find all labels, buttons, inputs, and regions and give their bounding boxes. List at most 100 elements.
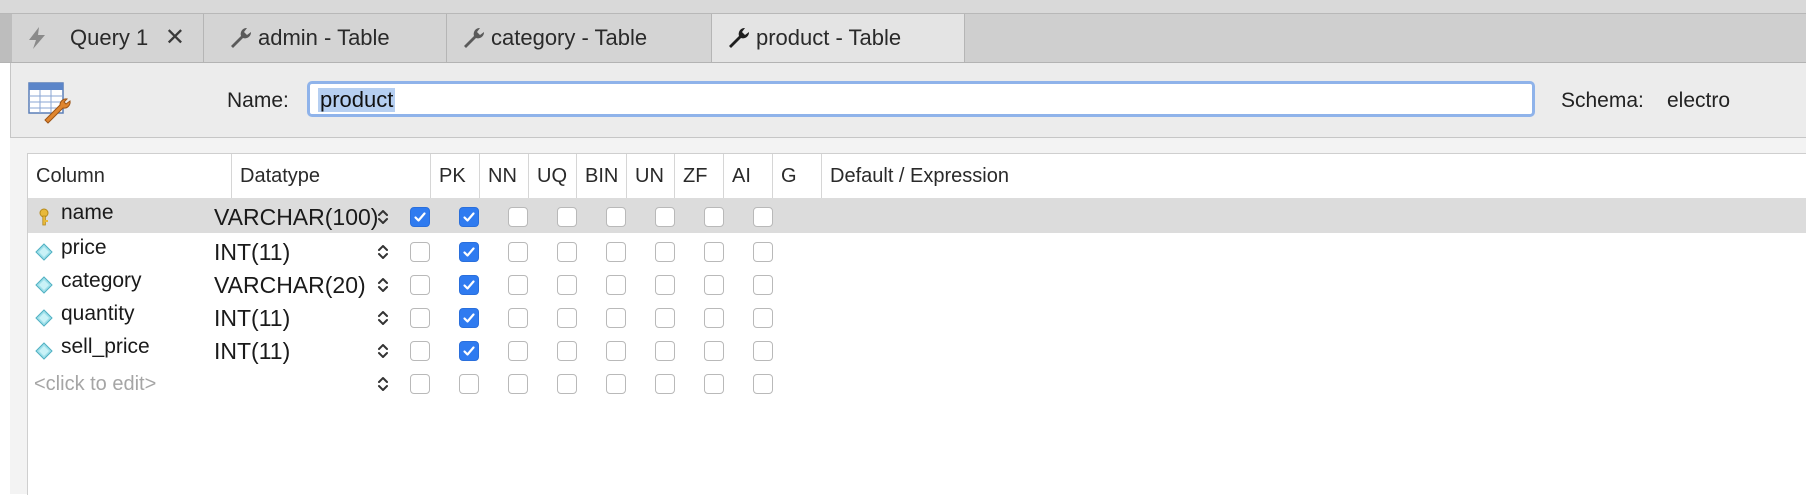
checkbox-nn[interactable] [459, 207, 479, 227]
checkbox-zf[interactable] [655, 275, 675, 295]
checkbox-ai[interactable] [704, 308, 724, 328]
checkbox-bin[interactable] [557, 308, 577, 328]
checkbox-g[interactable] [753, 275, 773, 295]
checkbox-pk[interactable] [410, 374, 430, 394]
key-icon [39, 208, 49, 226]
tab-left-edge [0, 14, 12, 62]
tab-admin-table[interactable]: admin - Table [204, 14, 447, 62]
tab-label: admin - Table [258, 25, 390, 50]
datatype-stepper[interactable] [376, 198, 390, 236]
checkbox-ai[interactable] [704, 341, 724, 361]
checkbox-un[interactable] [606, 341, 626, 361]
checkbox-g[interactable] [753, 207, 773, 227]
schema-value: electro [1667, 89, 1731, 112]
header-nn[interactable]: NN [480, 154, 529, 198]
header-bin[interactable]: BIN [577, 154, 627, 198]
checkbox-un[interactable] [606, 207, 626, 227]
close-tab-icon[interactable]: ✕ [165, 26, 185, 50]
checkbox-uq[interactable] [508, 207, 528, 227]
checkbox-zf[interactable] [655, 341, 675, 361]
checkmark-icon [463, 212, 475, 222]
checkmark-icon [463, 247, 475, 257]
tab-query-1[interactable]: Query 1 ✕ [0, 14, 204, 62]
checkbox-nn[interactable] [459, 341, 479, 361]
checkbox-uq[interactable] [508, 374, 528, 394]
checkbox-nn[interactable] [459, 308, 479, 328]
datatype-stepper-icon[interactable] [376, 341, 390, 361]
checkbox-un[interactable] [606, 308, 626, 328]
checkbox-g[interactable] [753, 374, 773, 394]
default-expression-cell[interactable] [822, 198, 1806, 236]
column-name[interactable]: name [61, 194, 114, 232]
header-ai[interactable]: AI [724, 154, 773, 198]
checkbox-nn[interactable] [459, 275, 479, 295]
table-row[interactable]: name VARCHAR(100) [28, 198, 1806, 233]
checkbox-uq[interactable] [508, 308, 528, 328]
datatype-stepper[interactable] [376, 365, 390, 403]
flag-cell-un [606, 365, 626, 403]
new-column-placeholder[interactable]: <click to edit> [34, 365, 156, 403]
checkmark-icon [414, 212, 426, 222]
new-column-row[interactable]: <click to edit> [28, 365, 1806, 403]
tab-product-table[interactable]: product - Table [712, 14, 965, 62]
checkbox-ai[interactable] [704, 207, 724, 227]
checkbox-pk[interactable] [410, 308, 430, 328]
checkbox-zf[interactable] [655, 374, 675, 394]
checkbox-bin[interactable] [557, 242, 577, 262]
flag-cell-nn [459, 365, 479, 403]
flag-cell-ai [704, 198, 724, 236]
checkbox-zf[interactable] [655, 308, 675, 328]
column-name[interactable]: sell_price [61, 328, 150, 366]
checkbox-un[interactable] [606, 275, 626, 295]
tab-bar-top-strip [0, 0, 1806, 14]
checkbox-nn[interactable] [459, 374, 479, 394]
flag-cell-nn [459, 198, 479, 236]
table-name-row: Name: product Schema: electro [10, 63, 1806, 138]
table-name-input[interactable] [307, 81, 1535, 117]
checkbox-uq[interactable] [508, 242, 528, 262]
checkbox-pk[interactable] [410, 275, 430, 295]
checkbox-ai[interactable] [704, 374, 724, 394]
tab-label: Query 1 [70, 25, 149, 50]
checkbox-nn[interactable] [459, 242, 479, 262]
checkbox-ai[interactable] [704, 275, 724, 295]
checkbox-zf[interactable] [655, 242, 675, 262]
checkbox-uq[interactable] [508, 275, 528, 295]
checkbox-ai[interactable] [704, 242, 724, 262]
checkbox-bin[interactable] [557, 341, 577, 361]
datatype-stepper-icon[interactable] [376, 275, 390, 295]
checkbox-pk[interactable] [410, 242, 430, 262]
checkbox-bin[interactable] [557, 207, 577, 227]
checkbox-g[interactable] [753, 242, 773, 262]
tab-category-table[interactable]: category - Table [447, 14, 712, 62]
checkmark-icon [463, 346, 475, 356]
column-datatype[interactable]: VARCHAR(100) [214, 198, 378, 236]
default-expression-cell[interactable] [822, 365, 1806, 403]
header-uq[interactable]: UQ [529, 154, 577, 198]
checkbox-uq[interactable] [508, 341, 528, 361]
checkbox-un[interactable] [606, 374, 626, 394]
checkbox-un[interactable] [606, 242, 626, 262]
datatype-stepper-icon[interactable] [376, 308, 390, 328]
checkbox-bin[interactable] [557, 275, 577, 295]
checkbox-g[interactable] [753, 341, 773, 361]
header-default-expression[interactable]: Default / Expression [822, 154, 1806, 198]
checkbox-bin[interactable] [557, 374, 577, 394]
header-un[interactable]: UN [627, 154, 675, 198]
checkbox-g[interactable] [753, 308, 773, 328]
header-datatype[interactable]: Datatype [232, 154, 431, 198]
flag-cell-bin [557, 198, 577, 236]
header-zf[interactable]: ZF [675, 154, 724, 198]
header-g[interactable]: G [773, 154, 822, 198]
table-editor-icon [28, 82, 71, 124]
datatype-stepper-icon[interactable] [376, 207, 390, 227]
header-column[interactable]: Column [28, 154, 232, 198]
checkbox-zf[interactable] [655, 207, 675, 227]
checkbox-pk[interactable] [410, 341, 430, 361]
datatype-stepper-icon[interactable] [376, 374, 390, 394]
schema-label: Schema: [1561, 89, 1644, 112]
checkbox-pk[interactable] [410, 207, 430, 227]
checkmark-icon [463, 313, 475, 323]
header-pk[interactable]: PK [431, 154, 480, 198]
datatype-stepper-icon[interactable] [376, 242, 390, 262]
